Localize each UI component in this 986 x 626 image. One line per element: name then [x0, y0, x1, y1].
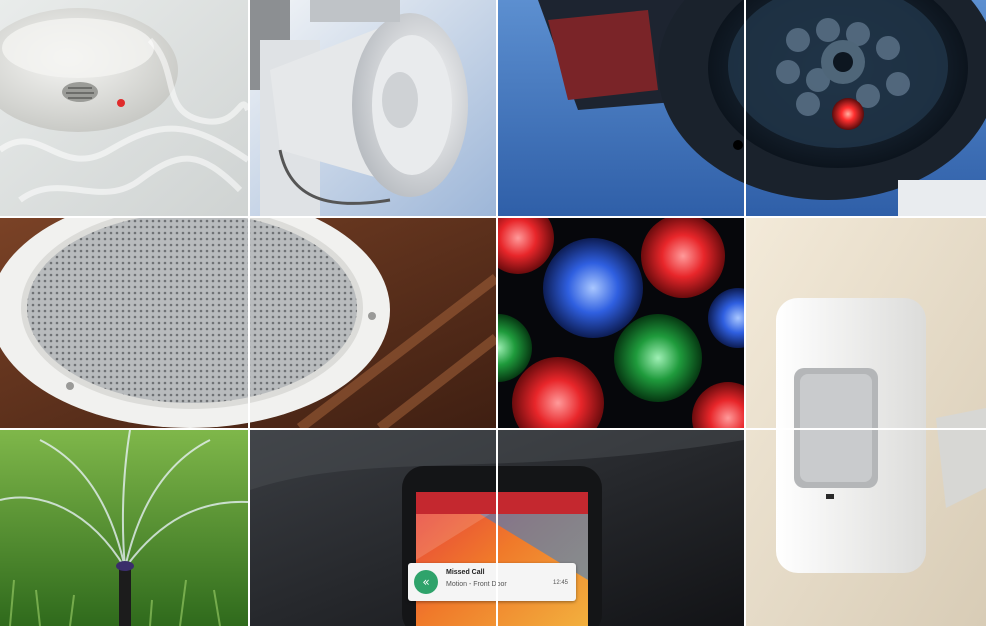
notification-time: 12:45 — [552, 580, 568, 586]
horn-speaker-tile — [250, 0, 496, 216]
security-camera-tile — [498, 0, 986, 216]
motion-sensor-tile — [746, 218, 986, 626]
horn-speaker-icon — [250, 0, 496, 216]
notification-title: Missed Call — [446, 569, 485, 576]
led-light-icon — [498, 218, 744, 428]
lawn-sprinkler-tile — [0, 430, 248, 626]
smoke-detector-tile — [0, 0, 248, 216]
missed-call-notification[interactable]: « Missed Call Motion - Front Door 12:45 — [408, 563, 576, 601]
notification-app-icon: « — [414, 570, 438, 594]
party-lights-tile — [498, 218, 744, 428]
grid-divider — [248, 0, 250, 626]
motion-sensor-icon — [746, 218, 986, 626]
grid-divider — [744, 0, 746, 626]
smoke-detector-icon — [0, 0, 248, 216]
sprinkler-icon — [0, 430, 248, 626]
grid-divider — [0, 216, 986, 218]
grid-divider — [496, 0, 498, 626]
security-camera-icon — [498, 0, 986, 216]
grid-divider — [0, 428, 986, 430]
